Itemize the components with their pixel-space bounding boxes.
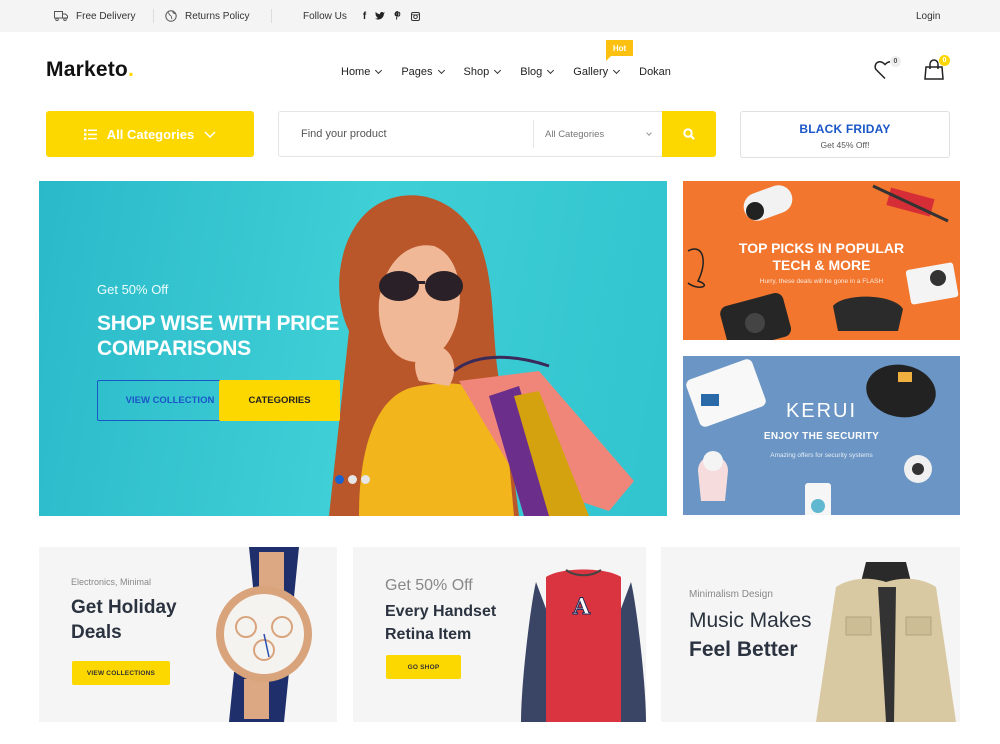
- security-banner[interactable]: KERUI ENJOY THE SECURITY Amazing offers …: [683, 356, 960, 515]
- tech-banner-title-line2: TECH & MORE: [772, 257, 871, 273]
- twitter-icon[interactable]: [375, 11, 386, 21]
- nav-label: Home: [341, 66, 371, 78]
- search-icon: [683, 128, 695, 140]
- hero-slider[interactable]: Get 50% Off SHOP WISE WITH PRICE COMPARI…: [39, 181, 667, 516]
- promo-title: Get Holiday Deals: [71, 595, 177, 645]
- promo-title: Every Handset Retina Item: [385, 600, 496, 646]
- promo-music[interactable]: Minimalism Design Music Makes Feel Better: [661, 547, 960, 722]
- nav-item-home[interactable]: Home: [341, 64, 383, 80]
- search-box: All Categories: [278, 111, 716, 157]
- black-friday-title: BLACK FRIDAY: [799, 122, 891, 136]
- cart-button[interactable]: 0: [922, 55, 950, 82]
- promo-title-line2: Feel Better: [689, 638, 798, 661]
- chevron-down-icon: [613, 66, 621, 75]
- go-shop-button[interactable]: GO SHOP: [386, 655, 461, 679]
- hero-title: SHOP WISE WITH PRICE COMPARISONS: [97, 312, 340, 360]
- divider: [153, 9, 154, 23]
- promo-handset[interactable]: A Get 50% Off Every Handset Retina Item G…: [353, 547, 646, 722]
- logo-dot: .: [127, 58, 134, 81]
- truck-icon: [54, 11, 68, 21]
- free-delivery[interactable]: Free Delivery: [54, 0, 135, 32]
- jacket-image: [816, 562, 956, 722]
- nav-item-blog[interactable]: Blog: [520, 64, 555, 80]
- login-label: Login: [916, 10, 941, 22]
- returns-policy-label: Returns Policy: [185, 10, 250, 22]
- view-collections-button[interactable]: VIEW COLLECTIONS: [72, 661, 170, 685]
- chevron-down-icon: [646, 130, 652, 136]
- returns-policy[interactable]: Returns Policy: [165, 0, 249, 32]
- shirt-image: A: [521, 569, 646, 722]
- black-friday-banner[interactable]: BLACK FRIDAY Get 45% Off!: [740, 111, 950, 158]
- login-link[interactable]: Login: [916, 0, 940, 32]
- categories-button[interactable]: CATEGORIES: [219, 380, 340, 421]
- security-banner-title: ENJOY THE SECURITY: [763, 431, 880, 442]
- hot-badge: Hot: [606, 40, 633, 61]
- nav-item-gallery[interactable]: Gallery: [573, 64, 621, 80]
- chevron-down-icon: [375, 66, 383, 75]
- chevron-down-icon: [437, 66, 445, 75]
- free-delivery-label: Free Delivery: [76, 10, 136, 22]
- nav-item-pages[interactable]: Pages: [401, 64, 445, 80]
- category-select-value: All Categories: [545, 128, 605, 140]
- search-row: All Categories All Categories BLACK FRID…: [0, 111, 1000, 158]
- promo-title-line2: Retina Item: [385, 626, 472, 643]
- search-button[interactable]: [662, 111, 716, 157]
- nav-label: Gallery: [573, 66, 609, 78]
- divider: [271, 9, 272, 23]
- wishlist-count: 0: [890, 56, 901, 67]
- svg-text:A: A: [572, 594, 591, 620]
- promo-kicker: Get 50% Off: [385, 577, 473, 594]
- chevron-down-icon: [494, 66, 502, 75]
- tech-banner[interactable]: TOP PICKS IN POPULAR TECH & MORE Hurry, t…: [683, 181, 960, 340]
- divider: [533, 120, 534, 148]
- cart-count: 0: [939, 55, 950, 66]
- promo-holiday-deals[interactable]: Electronics, Minimal Get Holiday Deals VI…: [39, 547, 337, 722]
- nav-label: Blog: [520, 66, 543, 78]
- tech-banner-subtitle: Hurry, these deals will be gone in a FLA…: [759, 278, 884, 285]
- kerui-brand: KERUI: [785, 400, 858, 422]
- category-select[interactable]: All Categories: [545, 112, 663, 156]
- promo-title-line1: Every Handset: [385, 603, 497, 620]
- all-categories-button[interactable]: All Categories: [46, 111, 254, 157]
- main-nav: Home Pages Shop Blog Gallery Dokan: [341, 64, 691, 80]
- security-banner-subtitle: Amazing offers for security systems: [770, 452, 873, 459]
- chevron-down-icon: [547, 66, 555, 75]
- tech-banner-title: TOP PICKS IN POPULAR TECH & MORE: [683, 240, 960, 274]
- wishlist-button[interactable]: 0: [873, 56, 901, 82]
- follow-us-label: Follow Us: [303, 10, 347, 22]
- facebook-icon[interactable]: f: [363, 11, 366, 22]
- promo-title-line2: Deals: [71, 622, 122, 643]
- nav-label: Dokan: [639, 66, 671, 78]
- tech-banner-title-line1: TOP PICKS IN POPULAR: [738, 240, 905, 256]
- logo[interactable]: Marketo.: [46, 58, 134, 82]
- logo-text: Marketo: [46, 58, 128, 81]
- instagram-icon[interactable]: [411, 11, 421, 21]
- promo-kicker: Electronics, Minimal: [71, 577, 152, 587]
- chevron-down-icon: [204, 130, 216, 138]
- slider-dot[interactable]: [361, 475, 370, 484]
- search-input[interactable]: [279, 112, 533, 156]
- slider-dot[interactable]: [348, 475, 357, 484]
- promo-title-line1: Music Makes: [689, 609, 812, 632]
- nav-label: Pages: [401, 66, 433, 78]
- follow-us: Follow Us f: [303, 0, 421, 32]
- pinterest-icon[interactable]: [394, 11, 402, 21]
- watch-image: [216, 547, 312, 722]
- view-collection-button[interactable]: VIEW COLLECTION: [97, 380, 221, 421]
- all-categories-label: All Categories: [106, 126, 195, 142]
- hero-subtitle: Get 50% Off: [97, 282, 169, 297]
- top-bar: Free Delivery Returns Policy Follow Us f…: [0, 0, 1000, 32]
- black-friday-subtitle: Get 45% Off!: [820, 140, 870, 150]
- slider-dot-active[interactable]: [335, 475, 344, 484]
- list-icon: [83, 128, 97, 140]
- nav-item-dokan[interactable]: Dokan: [639, 64, 671, 80]
- promo-title-line1: Get Holiday: [71, 597, 177, 618]
- nav-item-shop[interactable]: Shop: [463, 64, 502, 80]
- globe-icon: [165, 10, 177, 22]
- slider-dots: [335, 475, 370, 484]
- promo-title: Music Makes Feel Better: [689, 606, 812, 664]
- nav-label: Shop: [463, 66, 490, 78]
- promo-kicker: Minimalism Design: [689, 589, 773, 600]
